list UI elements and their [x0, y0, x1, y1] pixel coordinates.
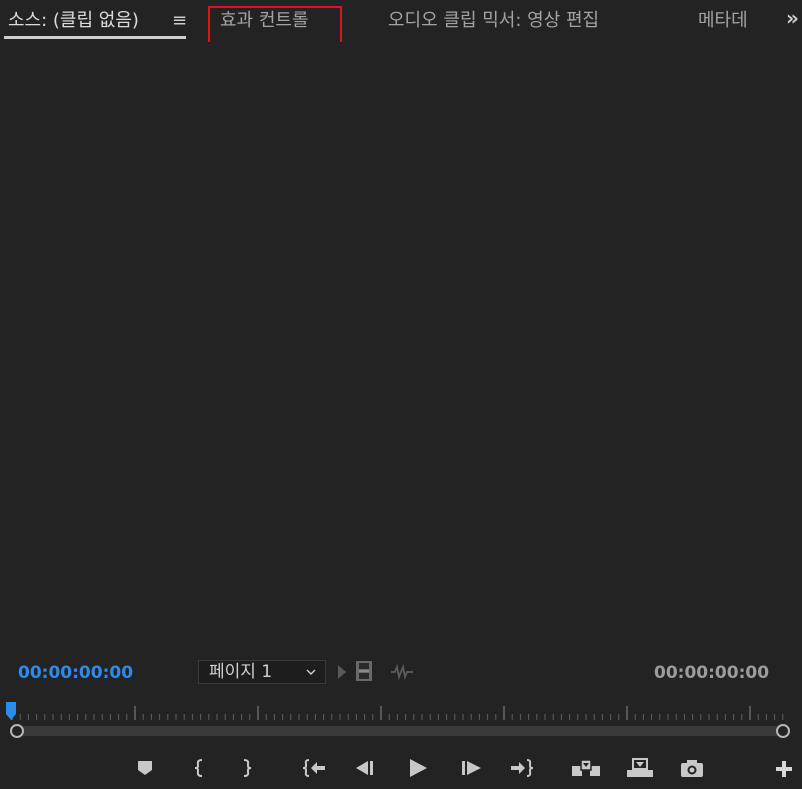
mark-out-button[interactable] — [233, 757, 259, 779]
go-to-out-icon — [509, 757, 535, 779]
button-editor-plus-icon — [771, 757, 797, 779]
add-marker-icon — [132, 757, 158, 779]
export-frame-button[interactable] — [679, 757, 705, 779]
zoom-scrollbar[interactable] — [17, 726, 783, 736]
go-to-in-icon — [301, 757, 327, 779]
step-back-button[interactable] — [353, 757, 379, 779]
time-ruler[interactable] — [8, 700, 792, 724]
overwrite-icon — [624, 757, 656, 779]
mark-in-icon — [187, 757, 213, 779]
mark-out-icon — [233, 757, 259, 779]
play-icon — [405, 757, 431, 779]
tab-audio-clip-mixer[interactable]: 오디오 클립 믹서: 영상 편집 — [388, 9, 599, 33]
tab-source[interactable]: 소스: (클립 없음) — [8, 9, 139, 33]
zoom-handle-right[interactable] — [776, 724, 790, 738]
zoom-handle-left[interactable] — [10, 724, 24, 738]
add-marker-button[interactable] — [132, 757, 158, 779]
source-monitor-panel: 소스: (클립 없음) ≡ 효과 컨트롤 오디오 클립 믹서: 영상 편집 메타… — [0, 0, 802, 789]
insert-icon — [571, 757, 603, 779]
play-triangle-small-icon[interactable] — [337, 663, 347, 685]
page-select[interactable]: 페이지 1 — [198, 660, 326, 684]
overwrite-button[interactable] — [624, 757, 656, 779]
play-button[interactable] — [405, 757, 431, 779]
current-timecode[interactable]: 00:00:00:00 — [18, 661, 133, 685]
insert-button[interactable] — [571, 757, 603, 779]
video-display-area — [0, 42, 802, 652]
button-editor-button[interactable] — [771, 757, 797, 779]
audio-waveform-icon[interactable] — [390, 663, 414, 684]
active-tab-underline — [4, 36, 186, 39]
go-to-out-button[interactable] — [509, 757, 535, 779]
step-forward-icon — [458, 757, 484, 779]
go-to-in-button[interactable] — [301, 757, 327, 779]
mark-in-button[interactable] — [187, 757, 213, 779]
export-frame-icon — [679, 757, 705, 779]
page-select-value: 페이지 1 — [209, 662, 273, 682]
step-forward-button[interactable] — [458, 757, 484, 779]
filmstrip-icon[interactable] — [355, 660, 373, 686]
tab-metadata[interactable]: 메타데 — [698, 9, 748, 33]
panel-menu-icon[interactable]: ≡ — [172, 8, 187, 34]
chevron-down-icon — [305, 661, 317, 690]
tab-overflow-icon[interactable]: » — [786, 6, 799, 30]
duration-timecode: 00:00:00:00 — [654, 663, 770, 683]
step-back-icon — [353, 757, 379, 779]
playhead-icon[interactable] — [6, 702, 16, 724]
